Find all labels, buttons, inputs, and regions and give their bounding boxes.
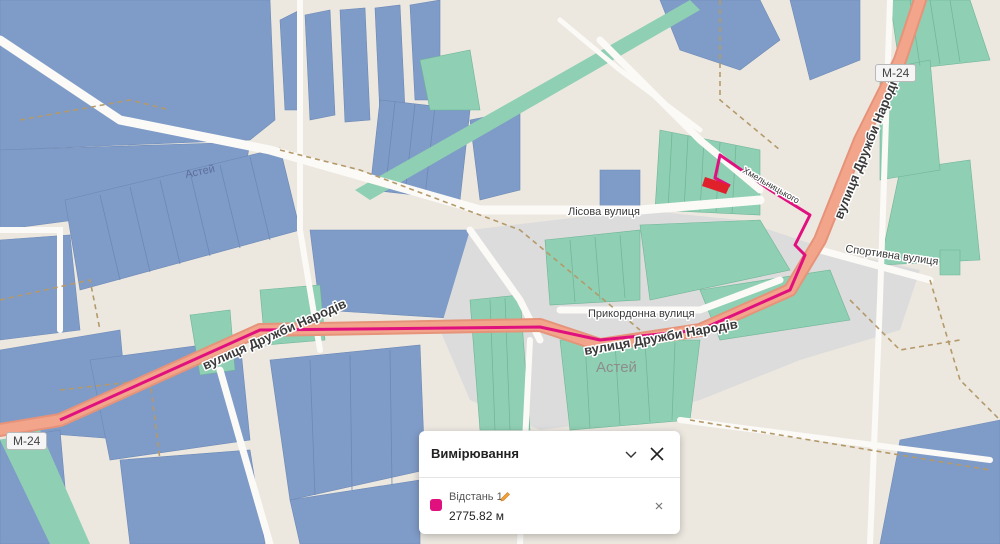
remove-measurement-button[interactable] [653,499,665,511]
edit-measurement-button[interactable] [499,490,511,502]
label-lisova: Лісова вулиця [568,206,640,218]
label-prykordonna: Прикордонна вулиця [588,308,695,320]
measurement-panel-header: Вимірювання [419,431,680,478]
measurement-panel: Вимірювання Відстань 1 2775.82 м [419,431,680,534]
collapse-button[interactable] [619,442,643,466]
measurement-name: Відстань 1 [449,491,503,503]
close-icon [650,447,664,461]
measurement-value: 2775.82 м [449,509,504,523]
measurement-item[interactable]: Відстань 1 2775.82 м [419,478,680,534]
close-icon [655,502,663,510]
road-badge-m24-north: M-24 [875,64,917,82]
measurement-panel-title: Вимірювання [431,446,519,461]
close-panel-button[interactable] [645,442,669,466]
chevron-down-icon [625,451,637,458]
road-badge-m24-west: M-24 [6,432,48,450]
pencil-icon [500,492,510,502]
measurement-color-swatch [430,499,442,511]
label-astei-village: Астей [596,359,637,376]
